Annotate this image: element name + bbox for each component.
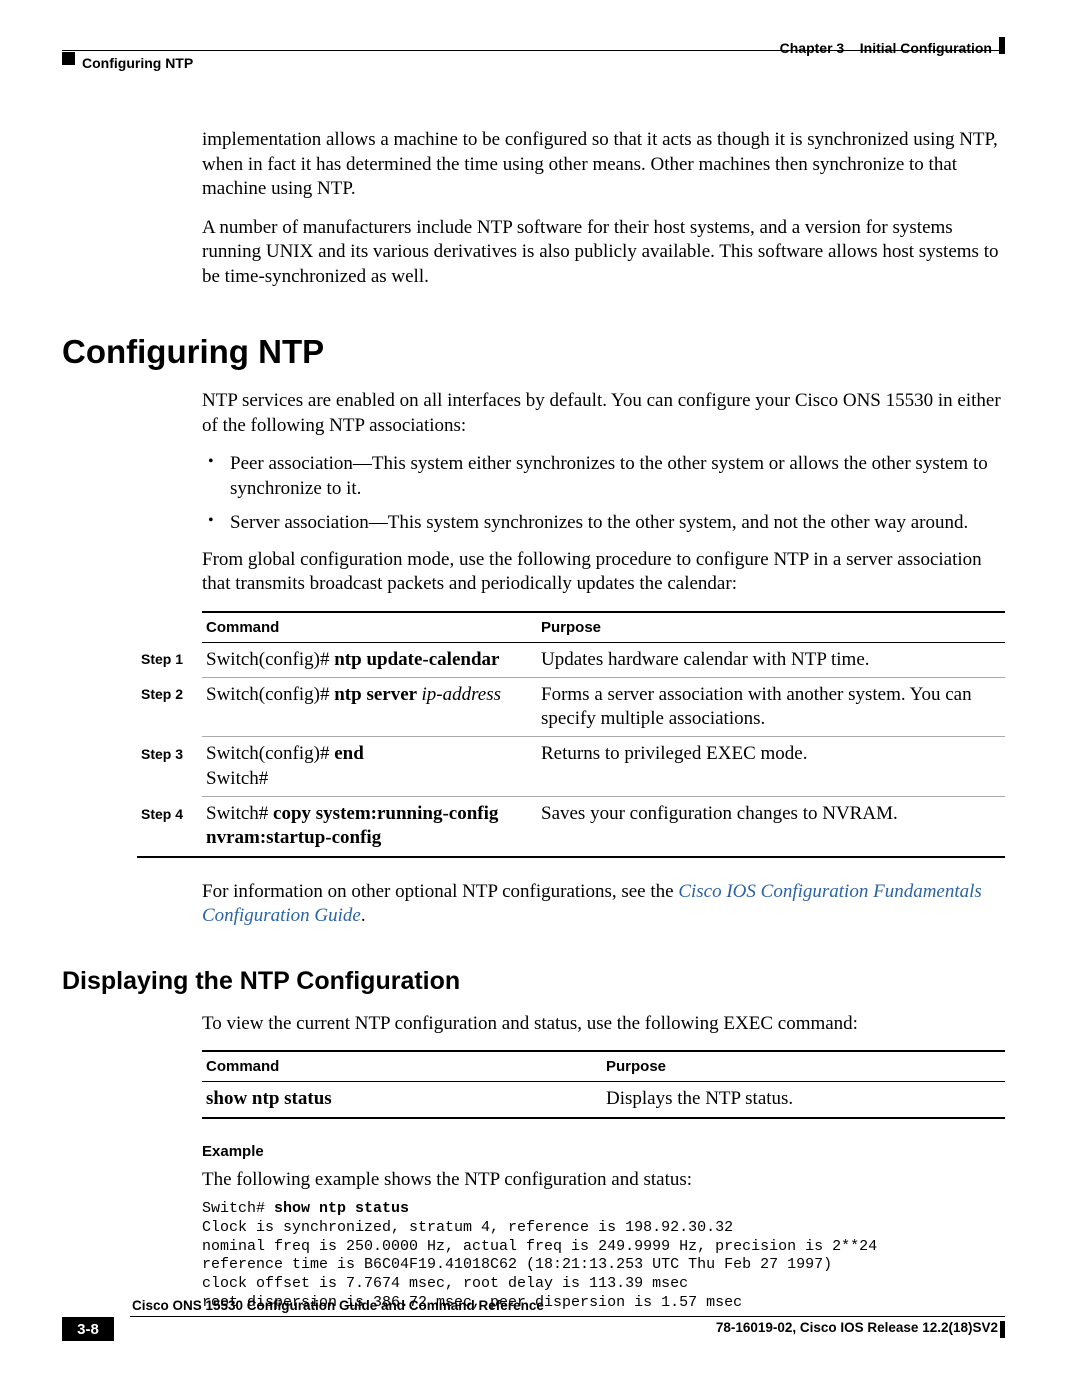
table-row: Step 1 Switch(config)# ntp update-calend…: [137, 642, 1005, 677]
example-output: Clock is synchronized, stratum 4, refere…: [202, 1219, 877, 1311]
heading-displaying-ntp: Displaying the NTP Configuration: [62, 967, 1005, 996]
footer-doc-title: Cisco ONS 15530 Configuration Guide and …: [132, 1298, 544, 1313]
command-cell: Switch# copy system:running-config nvram…: [202, 797, 537, 857]
col-command: Command: [202, 1051, 602, 1082]
paragraph-after-h2: To view the current NTP configuration an…: [202, 1012, 1005, 1037]
table-row: Step 3 Switch(config)# endSwitch# Return…: [137, 737, 1005, 797]
chapter-title: Initial Configuration: [860, 40, 992, 56]
step-label: Step 2: [137, 677, 202, 737]
header-left-bar: [62, 52, 75, 65]
step-label: Step 1: [137, 642, 202, 677]
command-cell: Switch(config)# ntp update-calendar: [202, 642, 537, 677]
table-row: Step 2 Switch(config)# ntp server ip-add…: [137, 677, 1005, 737]
footer-rule: [130, 1316, 1005, 1317]
footer-right-bar: [1000, 1321, 1005, 1338]
step-label: Step 3: [137, 737, 202, 797]
purpose-cell: Returns to privileged EXEC mode.: [537, 737, 1005, 797]
col-purpose: Purpose: [537, 612, 1005, 643]
page: Chapter 3 Initial Configuration Configur…: [0, 0, 1080, 1397]
intro-paragraph: implementation allows a machine to be co…: [202, 128, 1005, 202]
paragraph-after-h1: NTP services are enabled on all interfac…: [202, 389, 1005, 438]
table-row: Step 4 Switch# copy system:running-confi…: [137, 797, 1005, 857]
purpose-cell: Forms a server association with another …: [537, 677, 1005, 737]
command-table-2: Command Purpose show ntp status Displays…: [202, 1050, 1005, 1118]
command-cell: Switch(config)# endSwitch#: [202, 737, 537, 797]
content-area: implementation allows a machine to be co…: [62, 128, 1005, 1313]
table-row: show ntp status Displays the NTP status.: [202, 1082, 1005, 1118]
header-section: Configuring NTP: [82, 55, 193, 71]
heading-configuring-ntp: Configuring NTP: [62, 333, 1005, 371]
chapter-label: Chapter 3: [780, 40, 845, 56]
list-item: Peer association—This system either sync…: [202, 452, 1005, 501]
example-code: Switch# show ntp status Clock is synchro…: [202, 1200, 1005, 1313]
purpose-cell: Displays the NTP status.: [602, 1082, 1005, 1118]
example-intro: The following example shows the NTP conf…: [202, 1168, 1005, 1193]
list-item: Server association—This system synchroni…: [202, 511, 1005, 536]
col-command: Command: [202, 612, 537, 643]
col-purpose: Purpose: [602, 1051, 1005, 1082]
command-table-1: Command Purpose Step 1 Switch(config)# n…: [137, 611, 1005, 858]
header-right: Chapter 3 Initial Configuration: [780, 40, 992, 56]
association-list: Peer association—This system either sync…: [202, 452, 1005, 536]
header-right-bar: [999, 37, 1005, 54]
step-label: Step 4: [137, 797, 202, 857]
footer-release: 78-16019-02, Cisco IOS Release 12.2(18)S…: [716, 1320, 998, 1335]
example-heading: Example: [202, 1143, 1005, 1160]
command-cell: Switch(config)# ntp server ip-address: [202, 677, 537, 737]
purpose-cell: Saves your configuration changes to NVRA…: [537, 797, 1005, 857]
command-cell: show ntp status: [202, 1082, 602, 1118]
purpose-cell: Updates hardware calendar with NTP time.: [537, 642, 1005, 677]
paragraph-after-bullets: From global configuration mode, use the …: [202, 548, 1005, 597]
paragraph-2: A number of manufacturers include NTP so…: [202, 216, 1005, 290]
page-number: 3-8: [62, 1317, 114, 1341]
paragraph-after-table1: For information on other optional NTP co…: [202, 880, 1005, 929]
